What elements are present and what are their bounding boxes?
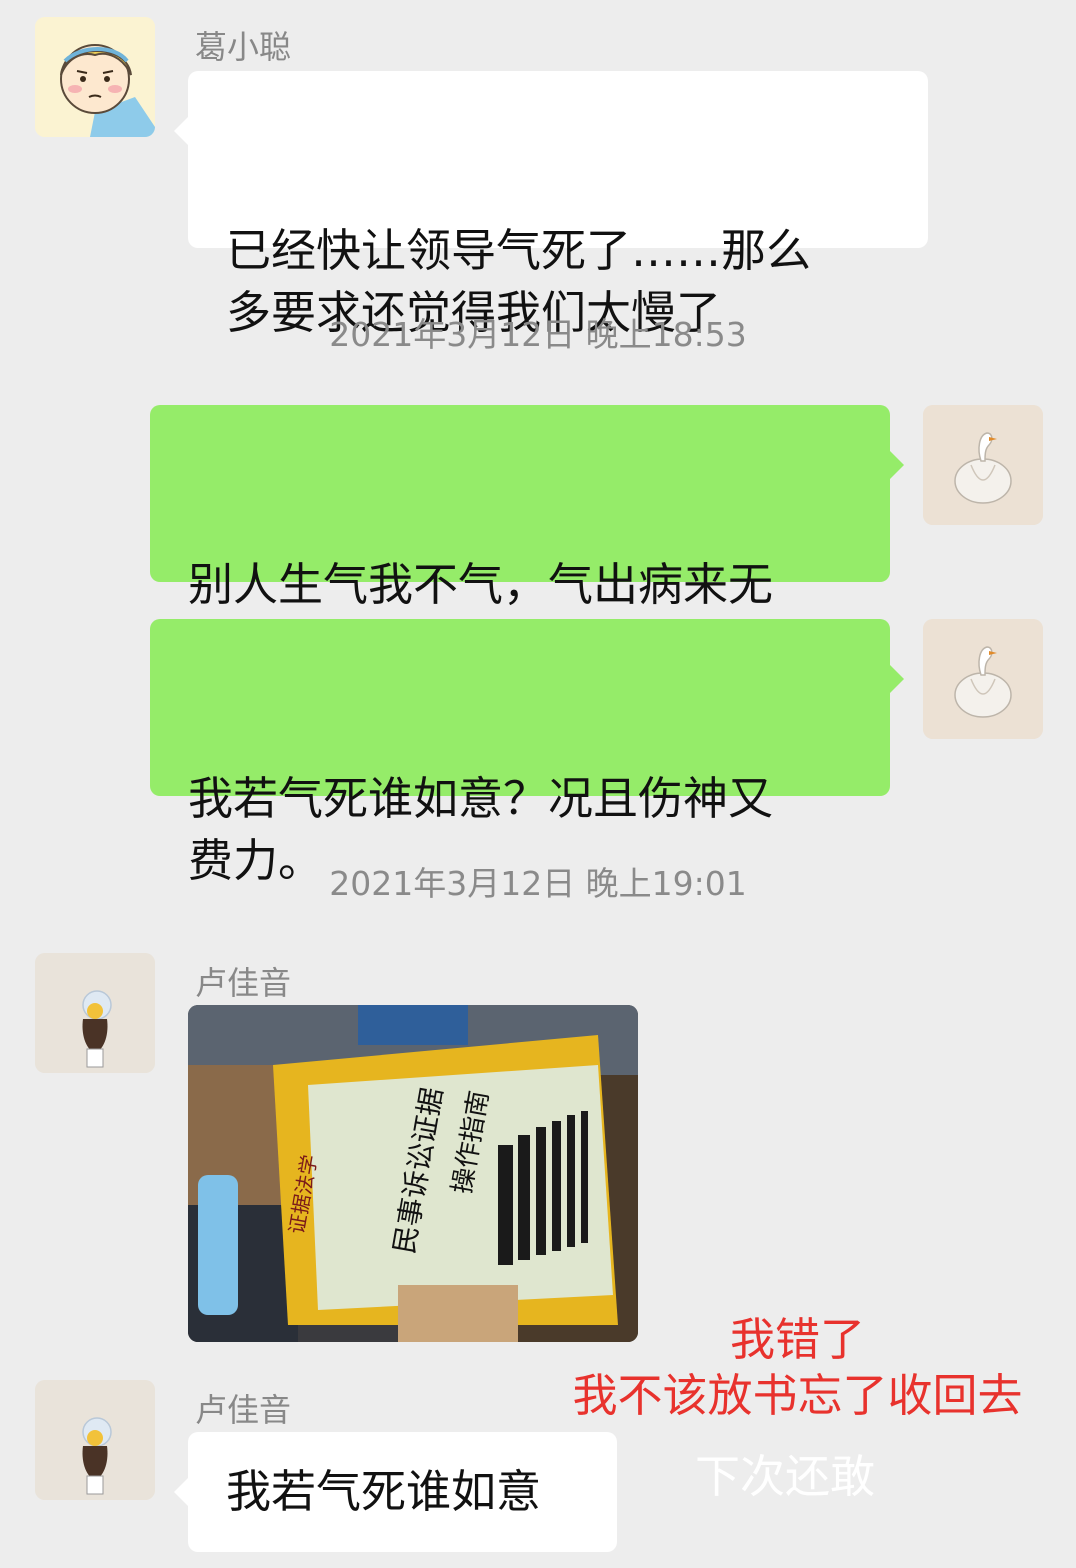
timestamp: 2021年3月12日 晚上19:01	[329, 864, 747, 903]
cartoon-face-icon	[35, 17, 155, 137]
overlay-line: 我不该放书忘了收回去	[572, 1369, 1023, 1422]
garlic-swan-icon	[923, 405, 1043, 525]
avatar-self[interactable]	[923, 619, 1043, 739]
message-bubble-outgoing[interactable]: 别人生气我不气，气出病来无 人替。	[150, 405, 904, 673]
sender-name: 卢佳音	[195, 964, 292, 1002]
avatar-ge-xiaocong[interactable]	[35, 17, 155, 137]
overlay-caption-red: 我错了 我不该放书忘了收回去	[560, 1312, 1035, 1424]
avatar-self[interactable]	[923, 405, 1043, 525]
message-bubble-outgoing[interactable]: 我若气死谁如意？况且伤神又 费力。	[150, 619, 904, 887]
avatar-lu-jiayin[interactable]	[35, 1380, 155, 1500]
photo-message[interactable]: 民事诉讼证据 操作指南 证据法学	[188, 1005, 638, 1342]
garlic-swan-icon	[923, 619, 1043, 739]
message-bubble-incoming[interactable]: 我若气死谁如意	[174, 1432, 617, 1552]
girl-figure-icon	[35, 1380, 155, 1500]
book-photo-image: 民事诉讼证据 操作指南 证据法学	[188, 1005, 638, 1342]
timestamp: 2021年3月12日 晚上18:53	[329, 315, 747, 354]
book-cover: 民事诉讼证据 操作指南	[308, 1065, 613, 1310]
overlay-caption-white: 下次还敢	[694, 1450, 875, 1503]
sender-name: 葛小聪	[195, 28, 292, 66]
overlay-line: 我错了	[729, 1313, 865, 1366]
sender-name: 卢佳音	[195, 1391, 292, 1429]
avatar-lu-jiayin[interactable]	[35, 953, 155, 1073]
message-text: 我若气死谁如意	[226, 1465, 542, 1518]
girl-figure-icon	[35, 953, 155, 1073]
message-bubble-incoming[interactable]: 已经快让领导气死了……那么 多要求还觉得我们太慢了	[174, 71, 928, 339]
